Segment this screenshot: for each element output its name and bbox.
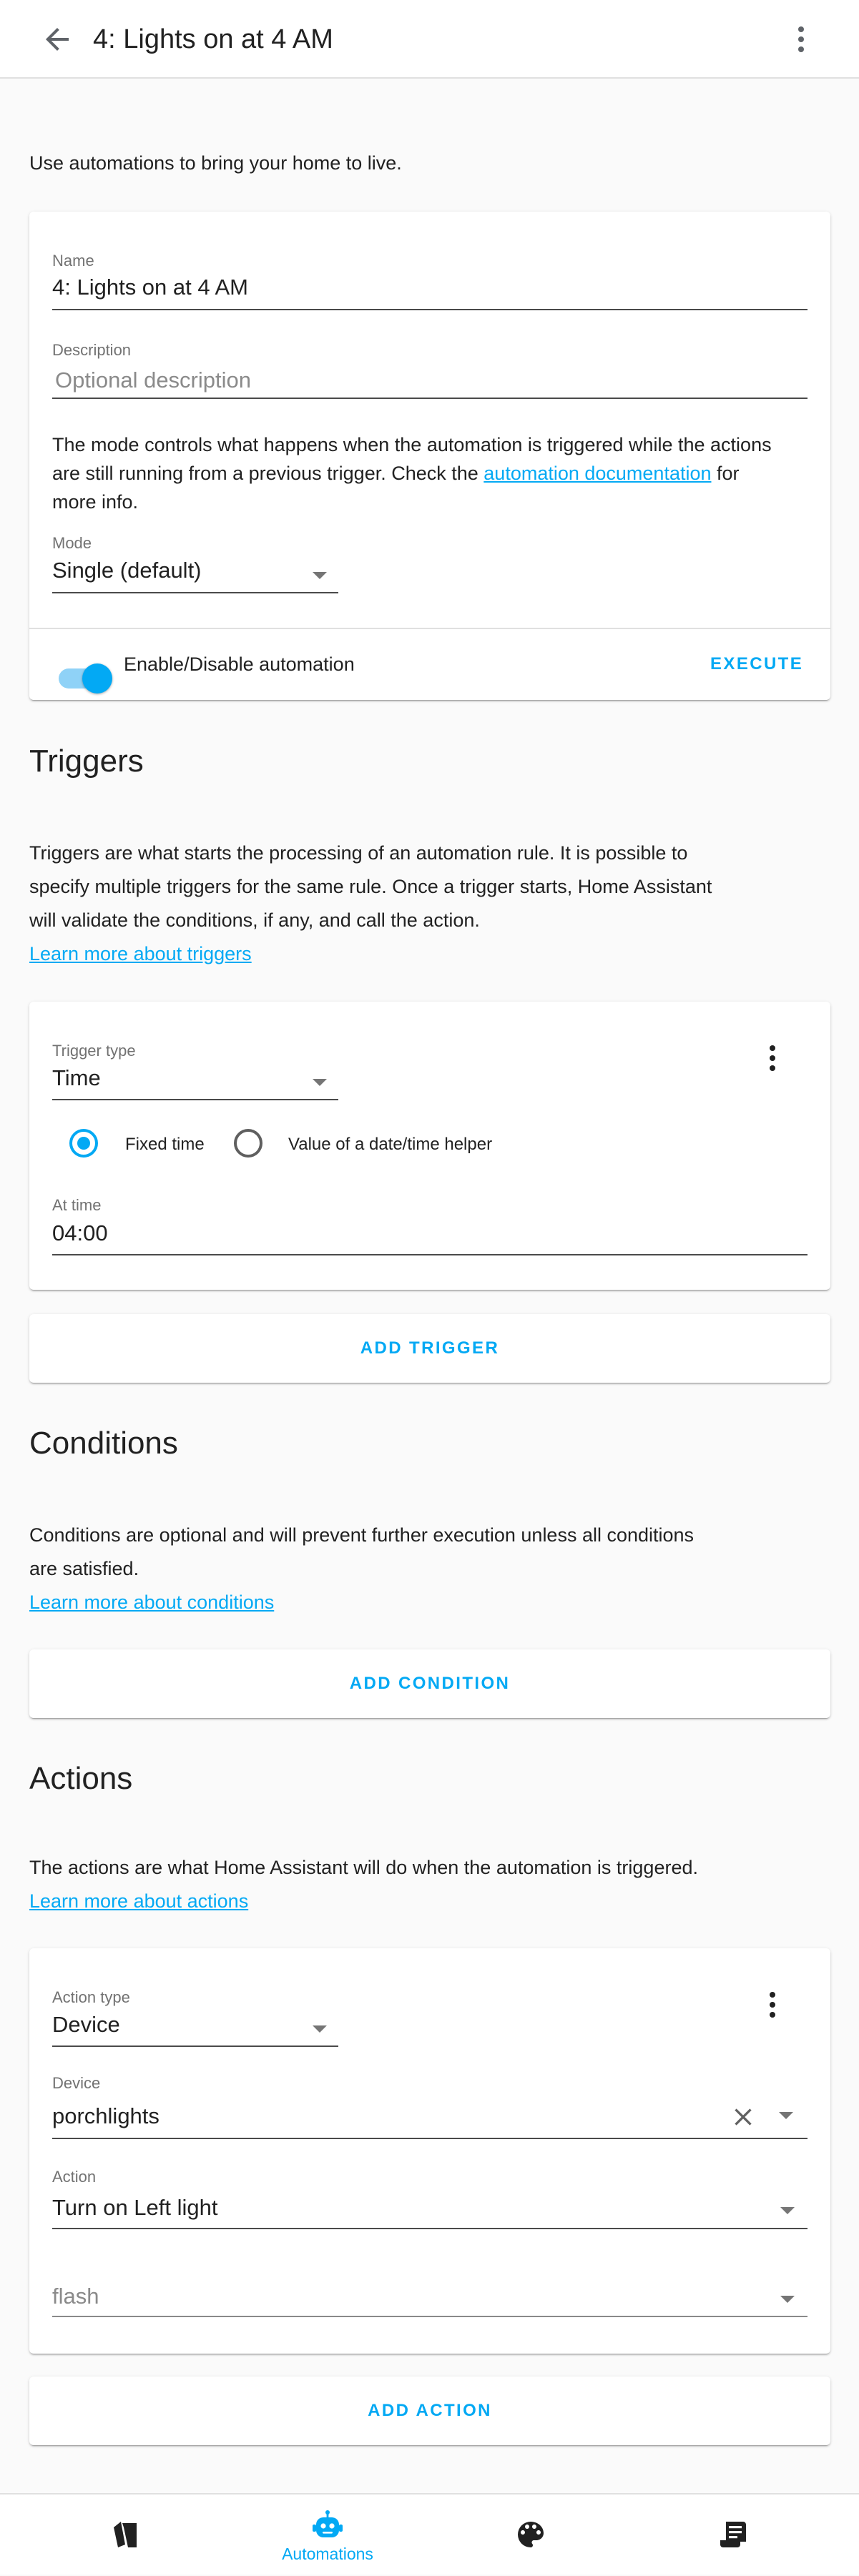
nav-item-automations[interactable]: Automations (227, 2494, 428, 2576)
conditions-description: Conditions are optional and will prevent… (29, 1519, 745, 1619)
conditions-title: Conditions (29, 1426, 178, 1461)
trigger-type-underline (52, 1099, 338, 1100)
radio-fixed-time-dot (77, 1137, 90, 1150)
name-underline (52, 309, 808, 310)
script-icon[interactable] (716, 2517, 750, 2552)
mode-underline (52, 592, 338, 593)
automation-documentation-link[interactable]: automation documentation (484, 463, 711, 484)
conditions-desc-line-1: Conditions are optional and will prevent… (29, 1524, 694, 1546)
mode-text-line-1: The mode controls what happens when the … (52, 434, 772, 455)
device-field[interactable]: porchlights (52, 2103, 159, 2129)
at-time-underline (52, 1254, 808, 1255)
nav-item-themes[interactable] (431, 2494, 631, 2576)
actions-title: Actions (29, 1761, 133, 1796)
mode-label: Mode (52, 534, 92, 552)
radio-fixed-time[interactable] (69, 1129, 98, 1158)
action-type-underline (52, 2045, 338, 2047)
toggle-label: Enable/Disable automation (124, 653, 355, 675)
mode-select[interactable]: Single (default) (52, 558, 202, 583)
clear-icon[interactable] (729, 2103, 757, 2131)
name-field[interactable]: 4: Lights on at 4 AM (52, 275, 248, 300)
triggers-desc-line-3: will validate the conditions, if any, an… (29, 909, 480, 931)
nav-label-automations[interactable]: Automations (227, 2545, 428, 2564)
learn-more-actions-link[interactable]: Learn more about actions (29, 1885, 745, 1918)
actions-description: The actions are what Home Assistant will… (29, 1851, 745, 1918)
triggers-desc-line-1: Triggers are what starts the processing … (29, 842, 688, 864)
execute-button[interactable]: EXECUTE (710, 654, 803, 674)
action-underline (52, 2228, 808, 2229)
devices-icon[interactable] (108, 2517, 142, 2552)
action-menu-icon[interactable] (755, 1988, 790, 2022)
trigger-type-select[interactable]: Time (52, 1065, 101, 1091)
mode-text-2a: are still running from a previous trigge… (52, 463, 484, 484)
add-condition-button[interactable]: ADD CONDITION (29, 1674, 830, 1694)
flash-chevron-down-icon[interactable] (780, 2296, 795, 2303)
page-title: 4: Lights on at 4 AM (93, 24, 333, 54)
add-trigger-card[interactable]: ADD TRIGGER (29, 1314, 830, 1383)
details-card: Name 4: Lights on at 4 AM Description Op… (29, 212, 830, 700)
learn-more-triggers-link[interactable]: Learn more about triggers (29, 937, 745, 971)
action-type-chevron-down-icon[interactable] (313, 2025, 327, 2033)
flash-select[interactable]: flash (52, 2284, 99, 2309)
action-label: Action (52, 2168, 97, 2186)
palette-icon[interactable] (514, 2517, 548, 2552)
actions-desc-line-1: The actions are what Home Assistant will… (29, 1857, 698, 1878)
mode-text-line-2: are still running from a previous trigge… (52, 459, 810, 488)
robot-icon[interactable] (310, 2509, 345, 2543)
add-action-card[interactable]: ADD ACTION (29, 2377, 830, 2445)
trigger-type-chevron-down-icon[interactable] (313, 1079, 327, 1086)
add-trigger-button[interactable]: ADD TRIGGER (29, 1338, 830, 1358)
flash-underline (52, 2316, 808, 2317)
nav-item-devices[interactable] (25, 2494, 225, 2576)
description-underline (52, 398, 808, 399)
bottom-navigation: Automations (0, 2493, 859, 2575)
device-underline (52, 2138, 808, 2139)
toggle-knob[interactable] (82, 663, 112, 694)
app-bar: 4: Lights on at 4 AM (0, 0, 859, 79)
trigger-card: Trigger type Time Fixed time Value of a … (29, 1002, 830, 1290)
at-time-label: At time (52, 1196, 102, 1214)
description-field[interactable]: Optional description (55, 367, 251, 393)
intro-text: Use automations to bring your home to li… (29, 152, 402, 174)
nav-item-scripts[interactable] (633, 2494, 833, 2576)
add-condition-card[interactable]: ADD CONDITION (29, 1649, 830, 1718)
action-select[interactable]: Turn on Left light (52, 2195, 218, 2221)
name-label: Name (52, 252, 94, 270)
conditions-desc-line-2: are satisfied. (29, 1558, 139, 1579)
action-chevron-down-icon[interactable] (780, 2207, 795, 2214)
action-type-label: Action type (52, 1988, 130, 2006)
learn-more-conditions-link[interactable]: Learn more about conditions (29, 1586, 745, 1619)
device-label: Device (52, 2074, 101, 2092)
add-action-button[interactable]: ADD ACTION (29, 2401, 830, 2421)
at-time-field[interactable]: 04:00 (52, 1220, 108, 1246)
radio-datetime-helper[interactable] (234, 1129, 262, 1158)
device-chevron-down-icon[interactable] (779, 2112, 793, 2119)
trigger-type-label: Trigger type (52, 1042, 136, 1060)
mode-text-line-3: more info. (52, 491, 139, 513)
radio-fixed-time-label[interactable]: Fixed time (125, 1135, 205, 1155)
trigger-menu-icon[interactable] (755, 1041, 790, 1075)
back-arrow-icon[interactable] (40, 22, 74, 56)
radio-datetime-helper-label[interactable]: Value of a date/time helper (288, 1135, 492, 1155)
mode-description: The mode controls what happens when the … (52, 430, 810, 516)
overflow-menu-icon[interactable] (784, 22, 818, 56)
triggers-description: Triggers are what starts the processing … (29, 837, 745, 971)
mode-chevron-down-icon[interactable] (313, 572, 327, 579)
action-card: Action type Device Device porchlights Ac… (29, 1948, 830, 2354)
triggers-title: Triggers (29, 744, 144, 779)
mode-text-2b: for (711, 463, 740, 484)
triggers-desc-line-2: specify multiple triggers for the same r… (29, 876, 712, 897)
action-type-select[interactable]: Device (52, 2012, 120, 2038)
description-label: Description (52, 341, 132, 359)
